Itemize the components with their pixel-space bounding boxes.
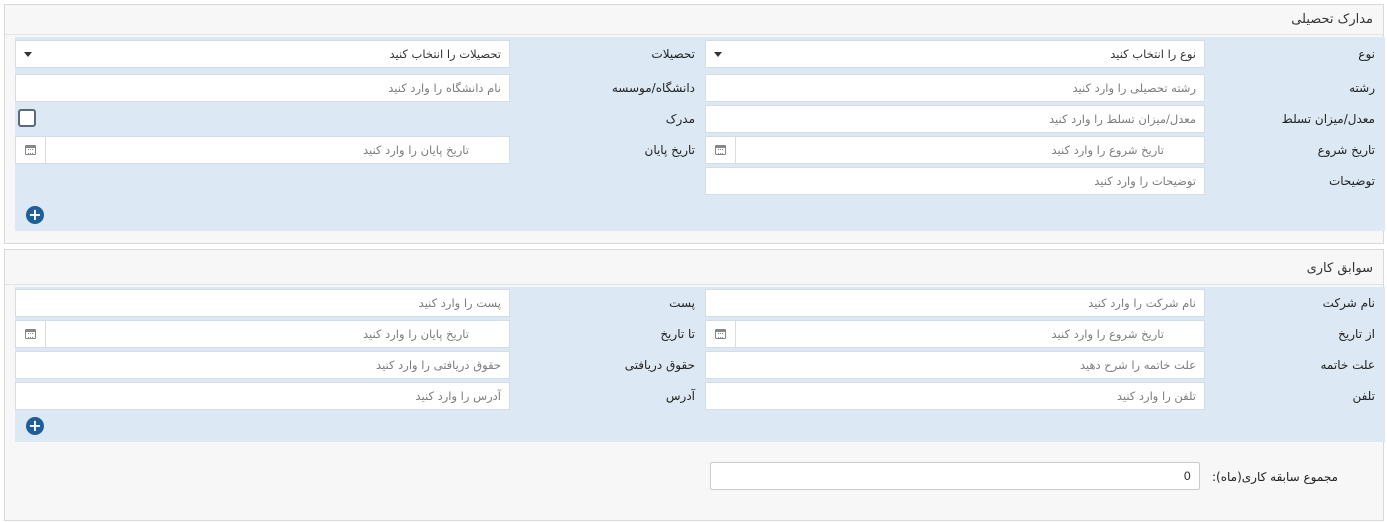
- university-label: دانشگاه/موسسه: [611, 81, 695, 95]
- calendar-button[interactable]: [706, 321, 736, 347]
- add-work-button[interactable]: +: [26, 417, 44, 435]
- work-form-grid: نام شرکت نام شرکت را وارد کنید پست پست ر…: [15, 287, 1385, 442]
- salary-label: حقوق دریافتی: [624, 358, 695, 372]
- end-date-label: تاریخ پایان: [644, 143, 696, 157]
- work-row-dates: از تاریخ تاریخ شروع را وارد کنید تا تاری…: [15, 320, 1385, 348]
- university-input[interactable]: نام دانشگاه را وارد کنید: [15, 74, 510, 102]
- major-input[interactable]: رشته تحصیلی را وارد کنید: [705, 74, 1205, 102]
- calendar-icon: [25, 145, 36, 155]
- position-input[interactable]: پست را وارد کنید: [15, 289, 510, 317]
- education-row-gpa: معدل/میزان تسلط معدل/میزان تسلط را وارد …: [15, 105, 1385, 133]
- phone-input[interactable]: تلفن را وارد کنید: [705, 382, 1205, 410]
- plus-icon: +: [28, 205, 42, 224]
- degree-label: تحصیلات: [651, 47, 695, 61]
- type-select[interactable]: نوع را انتخاب کنید: [705, 40, 1205, 68]
- salary-input[interactable]: حقوق دریافتی را وارد کنید: [15, 351, 510, 379]
- to-date-input[interactable]: تاریخ پایان را وارد کنید: [15, 320, 510, 348]
- degree-select-value: تحصیلات را انتخاب کنید: [389, 47, 501, 61]
- education-row-type: نوع نوع را انتخاب کنید تحصیلات تحصیلات ر…: [15, 40, 1385, 68]
- add-education-button[interactable]: +: [26, 206, 44, 224]
- start-date-label: تاریخ شروع: [1317, 143, 1375, 157]
- address-input[interactable]: آدرس را وارد کنید: [15, 382, 510, 410]
- chevron-down-icon: [714, 52, 722, 57]
- certificate-checkbox[interactable]: [18, 109, 36, 127]
- position-label: پست: [669, 296, 695, 310]
- start-date-placeholder: تاریخ شروع را وارد کنید: [1051, 143, 1164, 157]
- total-experience-label: مجموع سابقه کاری(ماه):: [1212, 470, 1338, 484]
- work-history-panel: سوابق کاری نام شرکت نام شرکت را وارد کنی…: [4, 249, 1385, 521]
- end-date-placeholder: تاریخ پایان را وارد کنید: [363, 143, 469, 157]
- start-date-input[interactable]: تاریخ شروع را وارد کنید: [705, 136, 1205, 164]
- education-row-dates: تاریخ شروع تاریخ شروع را وارد کنید تاریخ…: [15, 136, 1385, 164]
- address-label: آدرس: [665, 389, 695, 403]
- education-form-grid: نوع نوع را انتخاب کنید تحصیلات تحصیلات ر…: [15, 37, 1385, 231]
- company-input[interactable]: نام شرکت را وارد کنید: [705, 289, 1205, 317]
- education-row-major: رشته رشته تحصیلی را وارد کنید دانشگاه/مو…: [15, 74, 1385, 102]
- to-date-placeholder: تاریخ پایان را وارد کنید: [363, 327, 469, 341]
- termination-reason-input[interactable]: علت خاتمه را شرح دهید: [705, 351, 1205, 379]
- calendar-icon: [715, 145, 726, 155]
- work-row-phone: تلفن تلفن را وارد کنید آدرس آدرس را وارد…: [15, 382, 1385, 410]
- calendar-icon: [25, 329, 36, 339]
- phone-label: تلفن: [1352, 389, 1375, 403]
- work-row-reason: علت خاتمه علت خاتمه را شرح دهید حقوق دری…: [15, 351, 1385, 379]
- calendar-button[interactable]: [16, 321, 46, 347]
- degree-select[interactable]: تحصیلات را انتخاب کنید: [15, 40, 510, 68]
- chevron-down-icon: [24, 52, 32, 57]
- calendar-icon: [715, 329, 726, 339]
- calendar-button[interactable]: [706, 137, 736, 163]
- termination-reason-label: علت خاتمه: [1320, 358, 1375, 372]
- from-date-placeholder: تاریخ شروع را وارد کنید: [1051, 327, 1164, 341]
- from-date-input[interactable]: تاریخ شروع را وارد کنید: [705, 320, 1205, 348]
- work-row-company: نام شرکت نام شرکت را وارد کنید پست پست ر…: [15, 289, 1385, 317]
- total-experience-input[interactable]: 0: [710, 462, 1200, 490]
- work-panel-title: سوابق کاری: [1306, 261, 1373, 276]
- calendar-button[interactable]: [16, 137, 46, 163]
- description-label: توضیحات: [1328, 174, 1375, 188]
- work-panel-header: [5, 250, 1383, 285]
- type-label: نوع: [1358, 47, 1375, 61]
- major-label: رشته: [1349, 81, 1375, 95]
- education-panel: مدارک تحصیلی نوع نوع را انتخاب کنید تحصی…: [4, 4, 1385, 244]
- to-date-label: تا تاریخ: [660, 327, 695, 341]
- gpa-input[interactable]: معدل/میزان تسلط را وارد کنید: [705, 105, 1205, 133]
- certificate-label: مدرک: [665, 112, 695, 126]
- description-input[interactable]: توضیحات را وارد کنید: [705, 167, 1205, 195]
- plus-icon: +: [28, 416, 42, 435]
- gpa-label: معدل/میزان تسلط: [1281, 112, 1375, 126]
- company-label: نام شرکت: [1322, 296, 1375, 310]
- education-panel-header: [5, 5, 1383, 35]
- education-panel-title: مدارک تحصیلی: [1291, 12, 1373, 27]
- end-date-input[interactable]: تاریخ پایان را وارد کنید: [15, 136, 510, 164]
- type-select-value: نوع را انتخاب کنید: [1110, 47, 1196, 61]
- education-row-description: توضیحات توضیحات را وارد کنید: [15, 167, 1385, 195]
- from-date-label: از تاریخ: [1338, 327, 1375, 341]
